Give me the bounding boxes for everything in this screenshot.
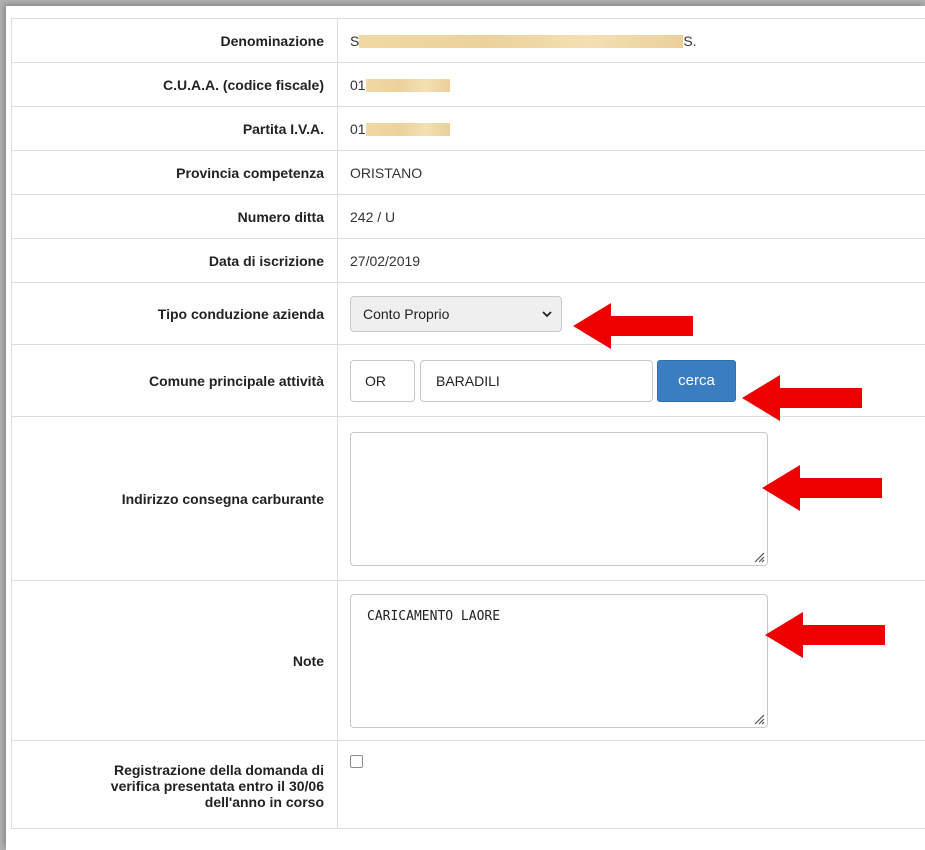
row-partita-iva: Partita I.V.A. 01 [11, 106, 925, 151]
resize-grip-icon[interactable] [751, 711, 765, 725]
indirizzo-textarea[interactable] [350, 431, 768, 566]
label-numero-ditta: Numero ditta [11, 194, 338, 239]
row-cuaa: C.U.A.A. (codice fiscale) 01 [11, 62, 925, 107]
row-data-iscrizione: Data di iscrizione 27/02/2019 [11, 238, 925, 283]
value-provincia: ORISTANO [337, 150, 925, 195]
label-note: Note [11, 580, 338, 741]
label-tipo-conduzione: Tipo conduzione azienda [11, 282, 338, 345]
comune-name-input[interactable]: BARADILI [420, 359, 653, 402]
registrazione-label-line: Registrazione della domanda di [113, 761, 324, 778]
redacted-block [365, 122, 450, 136]
label-cuaa: C.U.A.A. (codice fiscale) [11, 62, 338, 107]
red-arrow-icon [573, 303, 693, 349]
registrazione-label-line: verifica presentata entro il 30/06 [110, 777, 324, 794]
row-tipo-conduzione: Tipo conduzione azienda Conto Proprio [11, 282, 925, 345]
label-indirizzo: Indirizzo consegna carburante [11, 416, 338, 581]
note-text: CARICAMENTO LAORE [367, 608, 501, 624]
row-provincia: Provincia competenza ORISTANO [11, 150, 925, 195]
label-partita-iva: Partita I.V.A. [11, 106, 338, 151]
company-form-table: Denominazione S S. C.U.A.A. (codice fisca… [11, 18, 925, 829]
row-note: Note CARICAMENTO LAORE [11, 580, 925, 741]
value-cuaa: 01 [337, 62, 925, 107]
registrazione-checkbox[interactable] [350, 755, 363, 768]
label-provincia: Provincia competenza [11, 150, 338, 195]
denominazione-suffix: S. [683, 32, 697, 49]
value-note: CARICAMENTO LAORE [337, 580, 925, 741]
red-arrow-icon [765, 612, 885, 658]
label-data-iscrizione: Data di iscrizione [11, 238, 338, 283]
note-textarea[interactable]: CARICAMENTO LAORE [350, 593, 768, 728]
denominazione-prefix: S [350, 32, 360, 49]
label-registrazione: Registrazione della domanda di verifica … [11, 740, 338, 829]
cerca-button[interactable]: cerca [657, 359, 736, 402]
partita-iva-prefix: 01 [350, 120, 366, 137]
tipo-conduzione-select[interactable]: Conto Proprio [350, 295, 562, 332]
label-denominazione: Denominazione [11, 18, 338, 63]
tipo-conduzione-selected: Conto Proprio [363, 305, 450, 322]
chevron-down-icon [542, 310, 552, 317]
red-arrow-icon [762, 465, 882, 511]
cuaa-prefix: 01 [350, 76, 366, 93]
value-registrazione [337, 740, 925, 829]
value-denominazione: S S. [337, 18, 925, 63]
red-arrow-icon [742, 375, 862, 421]
value-data-iscrizione: 27/02/2019 [337, 238, 925, 283]
row-numero-ditta: Numero ditta 242 / U [11, 194, 925, 239]
value-partita-iva: 01 [337, 106, 925, 151]
registrazione-label-line: dell'anno in corso [204, 793, 324, 810]
comune-provincia-input[interactable]: OR [350, 359, 415, 402]
label-comune: Comune principale attività [11, 344, 338, 417]
redacted-block [365, 78, 450, 92]
row-registrazione: Registrazione della domanda di verifica … [11, 740, 925, 829]
value-numero-ditta: 242 / U [337, 194, 925, 239]
row-denominazione: Denominazione S S. [11, 18, 925, 63]
redacted-block [359, 34, 684, 48]
resize-grip-icon[interactable] [751, 549, 765, 563]
